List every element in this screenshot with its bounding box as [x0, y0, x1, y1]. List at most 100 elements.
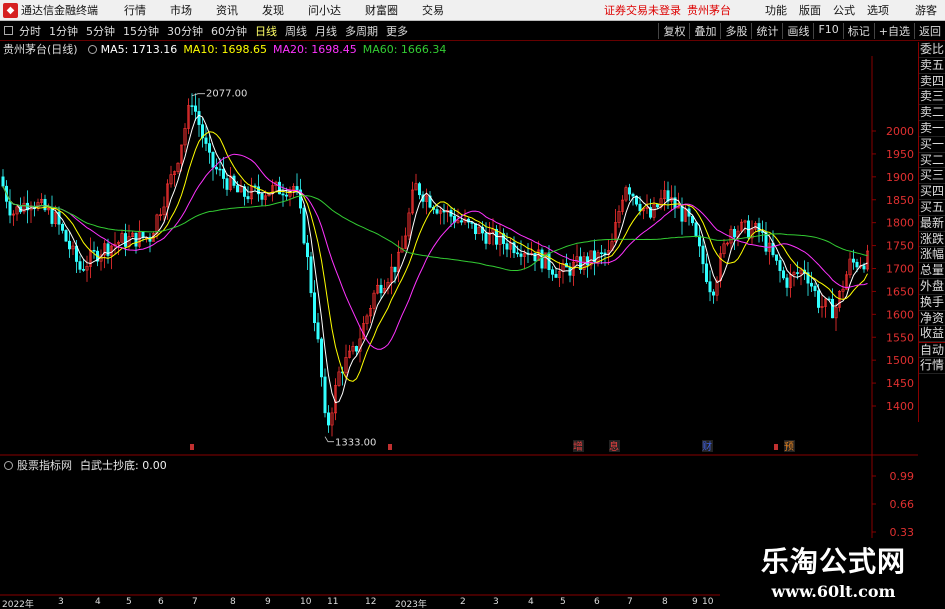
indicator-header: 股票指标网 白武士抄底: 0.00 [0, 458, 167, 472]
period-more[interactable]: 更多 [382, 23, 412, 39]
indicator-settings-icon[interactable] [4, 460, 13, 470]
period-30min[interactable]: 30分钟 [163, 23, 207, 39]
sidebar-item-quote[interactable]: 行情 [919, 358, 945, 374]
candle-body [830, 298, 834, 319]
candle-body [295, 186, 299, 191]
adjust-button[interactable]: 复权 [658, 22, 689, 39]
menu-item-ask[interactable]: 问小达 [296, 2, 353, 18]
date-label: 8 [662, 597, 668, 607]
candle-body [627, 187, 631, 195]
stock-title: 贵州茅台(日线) [3, 43, 78, 56]
statistics-button[interactable]: 统计 [751, 22, 782, 39]
trade-login-alert[interactable]: 证券交易未登录 [604, 2, 681, 18]
draw-line-button[interactable]: 画线 [782, 22, 813, 39]
indicator-name[interactable]: 股票指标网 [17, 457, 72, 473]
ma-legend: 贵州茅台(日线) MA5: 1713.16 MA10: 1698.65 MA20… [0, 42, 452, 57]
date-label: 10 [702, 597, 714, 607]
menu-item-trade[interactable]: 交易 [410, 2, 456, 18]
multi-stock-button[interactable]: 多股 [720, 22, 751, 39]
sidebar-item-change[interactable]: 涨跌 [919, 232, 945, 248]
period-daily[interactable]: 日线 [251, 23, 281, 39]
quote-sidebar: 委比 卖五 卖四 卖三 卖二 卖一 买一 买二 买三 买四 买五 最新 涨跌 涨… [918, 42, 945, 422]
date-label: 10 [300, 597, 312, 607]
add-watchlist-button[interactable]: +自选 [873, 22, 914, 39]
period-60min[interactable]: 60分钟 [207, 23, 251, 39]
date-label: 2 [460, 597, 466, 607]
candle-body [473, 223, 477, 235]
settings-circle-icon[interactable] [87, 44, 97, 54]
y-tick-label: 1900 [886, 171, 914, 184]
sidebar-item-outer[interactable]: 外盘 [919, 279, 945, 295]
y-tick-label: 1400 [886, 400, 914, 413]
y-tick-label: 1450 [886, 377, 914, 390]
candle-body [708, 281, 712, 293]
candle-body [851, 258, 855, 263]
candle-body [60, 223, 64, 231]
sidebar-item-latest[interactable]: 最新 [919, 216, 945, 232]
candle-body [1, 176, 5, 187]
period-intraday[interactable]: 分时 [15, 23, 45, 39]
sidebar-item-buy4[interactable]: 买四 [919, 184, 945, 200]
candle-body [816, 290, 820, 308]
candle-body [732, 228, 736, 238]
candle-body [78, 261, 82, 270]
candle-body [711, 291, 715, 296]
ma5-value: MA5: 1713.16 [100, 42, 178, 56]
sidebar-item-buy3[interactable]: 买三 [919, 168, 945, 185]
sidebar-item-sell2[interactable]: 卖二 [919, 105, 945, 121]
mark-button[interactable]: 标记 [842, 22, 874, 39]
current-stock-label: 贵州茅台 [687, 4, 731, 17]
period-5min[interactable]: 5分钟 [82, 23, 119, 39]
sidebar-item-sell1[interactable]: 卖一 [919, 121, 945, 137]
menu-item-quotes[interactable]: 行情 [112, 2, 158, 18]
menu-item-wealth[interactable]: 财富圈 [353, 2, 410, 18]
menu-item-discover[interactable]: 发现 [250, 2, 296, 18]
sidebar-item-change-pct[interactable]: 涨幅 [919, 247, 945, 264]
period-multi[interactable]: 多周期 [341, 23, 382, 39]
candle-body [211, 152, 215, 168]
guest-user[interactable]: 游客 [915, 2, 937, 18]
event-dot [388, 444, 392, 450]
sidebar-item-weibi[interactable]: 委比 [919, 42, 945, 58]
menu-item-functions[interactable]: 功能 [759, 2, 793, 18]
menu-item-market[interactable]: 市场 [158, 2, 204, 18]
sidebar-item-sell5[interactable]: 卖五 [919, 58, 945, 74]
toolbar-toggle-icon[interactable] [4, 26, 13, 35]
period-1min[interactable]: 1分钟 [45, 23, 82, 39]
app-logo-icon: ◆ [3, 2, 18, 18]
sidebar-item-sell3[interactable]: 卖三 [919, 89, 945, 106]
menu-item-layout[interactable]: 版面 [793, 2, 827, 18]
sidebar-item-volume[interactable]: 总量 [919, 263, 945, 279]
ma60-value: MA60: 1666.34 [362, 42, 447, 56]
f10-button[interactable]: F10 [813, 22, 842, 39]
candle-body [236, 185, 240, 193]
sidebar-item-sell4[interactable]: 卖四 [919, 74, 945, 90]
menu-item-news[interactable]: 资讯 [204, 2, 250, 18]
y-tick-label: 1600 [886, 308, 914, 321]
menu-item-formula[interactable]: 公式 [827, 2, 861, 18]
kline-chart[interactable]: 2000 1950 1900 1850 1800 1750 1700 1650 1600 1550… [0, 56, 918, 597]
sidebar-item-nav[interactable]: 净资 [919, 311, 945, 327]
ind-tick-label: 0.66 [890, 498, 915, 511]
sidebar-item-buy1[interactable]: 买一 [919, 137, 945, 153]
sidebar-item-buy2[interactable]: 买二 [919, 153, 945, 169]
y-tick-label: 1700 [886, 263, 914, 276]
sidebar-item-buy5[interactable]: 买五 [919, 200, 945, 216]
overlay-button[interactable]: 叠加 [689, 22, 720, 39]
sidebar-item-eps[interactable]: 收益 [919, 326, 945, 343]
period-15min[interactable]: 15分钟 [119, 23, 163, 39]
candle-body [43, 198, 47, 211]
candle-body [599, 252, 603, 255]
period-monthly[interactable]: 月线 [311, 23, 341, 39]
back-button[interactable]: 返回 [914, 22, 945, 39]
sidebar-item-turnover[interactable]: 换手 [919, 295, 945, 311]
candle-body [218, 168, 222, 171]
date-label: 7 [627, 597, 633, 607]
event-dot [774, 444, 778, 450]
sidebar-item-auto[interactable]: 自动 [919, 342, 945, 358]
candle-body [862, 265, 866, 270]
date-label: 9 [265, 597, 271, 607]
menu-item-options[interactable]: 选项 [861, 2, 895, 18]
period-weekly[interactable]: 周线 [281, 23, 311, 39]
watermark-url: www.60lt.com [771, 582, 896, 601]
